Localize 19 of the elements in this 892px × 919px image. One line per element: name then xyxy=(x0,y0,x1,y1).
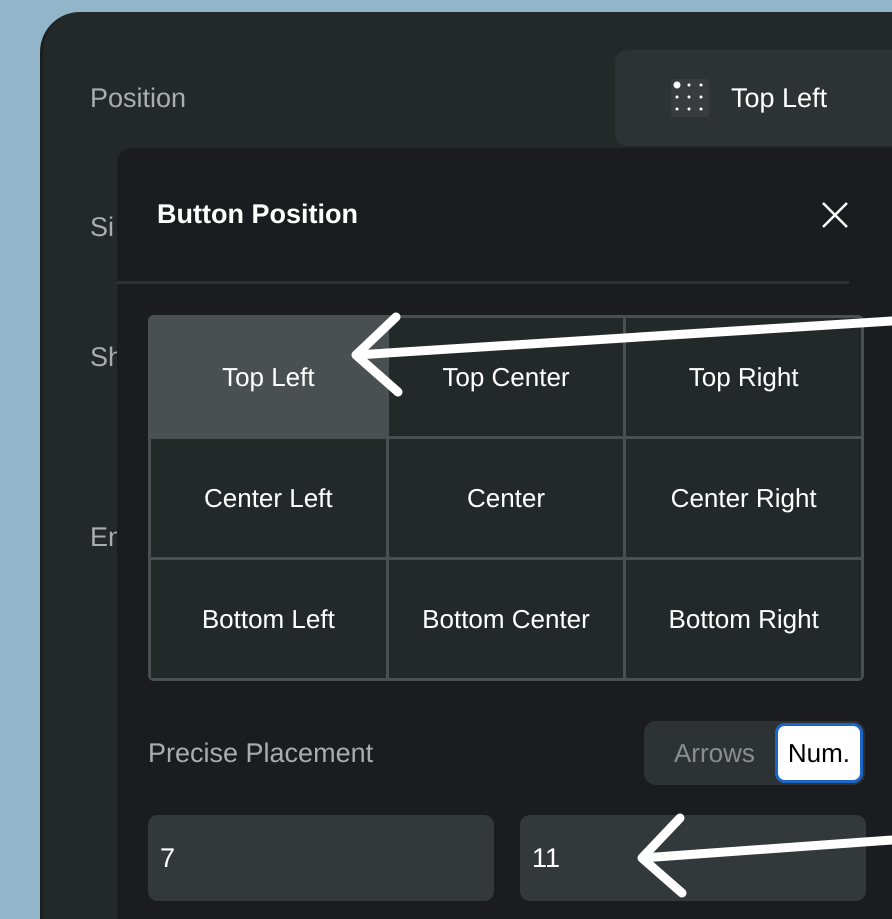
position-option[interactable]: Bottom Left xyxy=(151,560,386,678)
setting-label: Si xyxy=(90,210,114,244)
position-option[interactable]: Center Right xyxy=(626,439,861,557)
mode-tab[interactable]: Num. xyxy=(774,723,863,783)
setting-label: Position xyxy=(90,82,186,115)
position-dropdown[interactable]: Top Left xyxy=(615,50,892,146)
position-option[interactable]: Top Center xyxy=(388,318,624,436)
number-field[interactable]: 11 xyxy=(520,815,866,901)
number-field[interactable]: 7 xyxy=(148,815,494,901)
position-option[interactable]: Top Right xyxy=(626,318,861,436)
dialog-title: Button Position xyxy=(157,198,358,232)
position-option[interactable]: Center xyxy=(388,439,624,557)
position-option[interactable]: Bottom Right xyxy=(626,560,861,678)
mode-tab[interactable]: Arrows xyxy=(664,723,765,783)
close-icon[interactable] xyxy=(821,200,849,228)
position-option[interactable]: Center Left xyxy=(151,439,386,557)
section-label: Precise Placement xyxy=(148,736,374,770)
position-option[interactable]: Bottom Center xyxy=(388,560,624,678)
grid-icon xyxy=(671,79,709,117)
